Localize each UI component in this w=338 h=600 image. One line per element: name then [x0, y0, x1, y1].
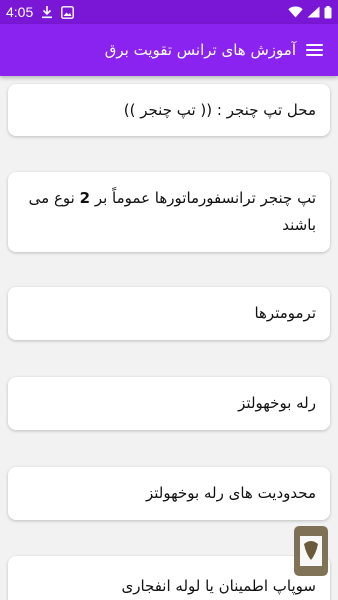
status-right [288, 5, 332, 19]
list-item-label: ترمومترها [254, 304, 316, 322]
list-item-label: تپ چنجر ترانسفورماتورها عموماً بر 2 نوع … [22, 185, 316, 239]
list-item[interactable]: تپ چنجر ترانسفورماتورها عموماً بر 2 نوع … [8, 172, 330, 252]
list-item-label-part: تپ چنجر ترانسفورماتورها عموماً بر [90, 189, 316, 207]
list-item-number: 2 [79, 189, 91, 207]
hamburger-menu-icon[interactable] [302, 38, 326, 62]
battery-icon [324, 5, 332, 19]
list-item[interactable]: محل تپ چنجر : (( تپ چنجر )) [8, 84, 330, 136]
status-time: 4:05 [6, 4, 34, 20]
wifi-icon [288, 6, 303, 18]
list-item[interactable]: محدودیت های رله بوخهولتز [8, 467, 330, 520]
list-item-label: سوپاپ اطمینان یا لوله انفجاری [121, 576, 316, 595]
status-bar: 4:05 [0, 0, 338, 24]
list-item-label: محدودیت های رله بوخهولتز [145, 484, 316, 502]
list-item[interactable]: رله بوخهولتز [8, 377, 330, 430]
list-item-label: رله بوخهولتز [238, 394, 316, 412]
list-item-label: محل تپ چنجر : (( تپ چنجر )) [123, 100, 316, 119]
list-item[interactable]: ترمومترها [8, 287, 330, 340]
app-bar: آموزش های ترانس تقویت برق [0, 24, 338, 76]
signal-icon [307, 6, 320, 18]
list-item[interactable]: سوپاپ اطمینان یا لوله انفجاری [8, 556, 330, 600]
app-title: آموزش های ترانس تقویت برق [104, 41, 296, 59]
image-icon [61, 5, 75, 19]
topic-list[interactable]: محل تپ چنجر : (( تپ چنجر )) تپ چنجر تران… [0, 76, 338, 600]
download-icon [41, 5, 53, 19]
status-left: 4:05 [6, 4, 75, 20]
store-badge-icon[interactable] [290, 524, 332, 578]
